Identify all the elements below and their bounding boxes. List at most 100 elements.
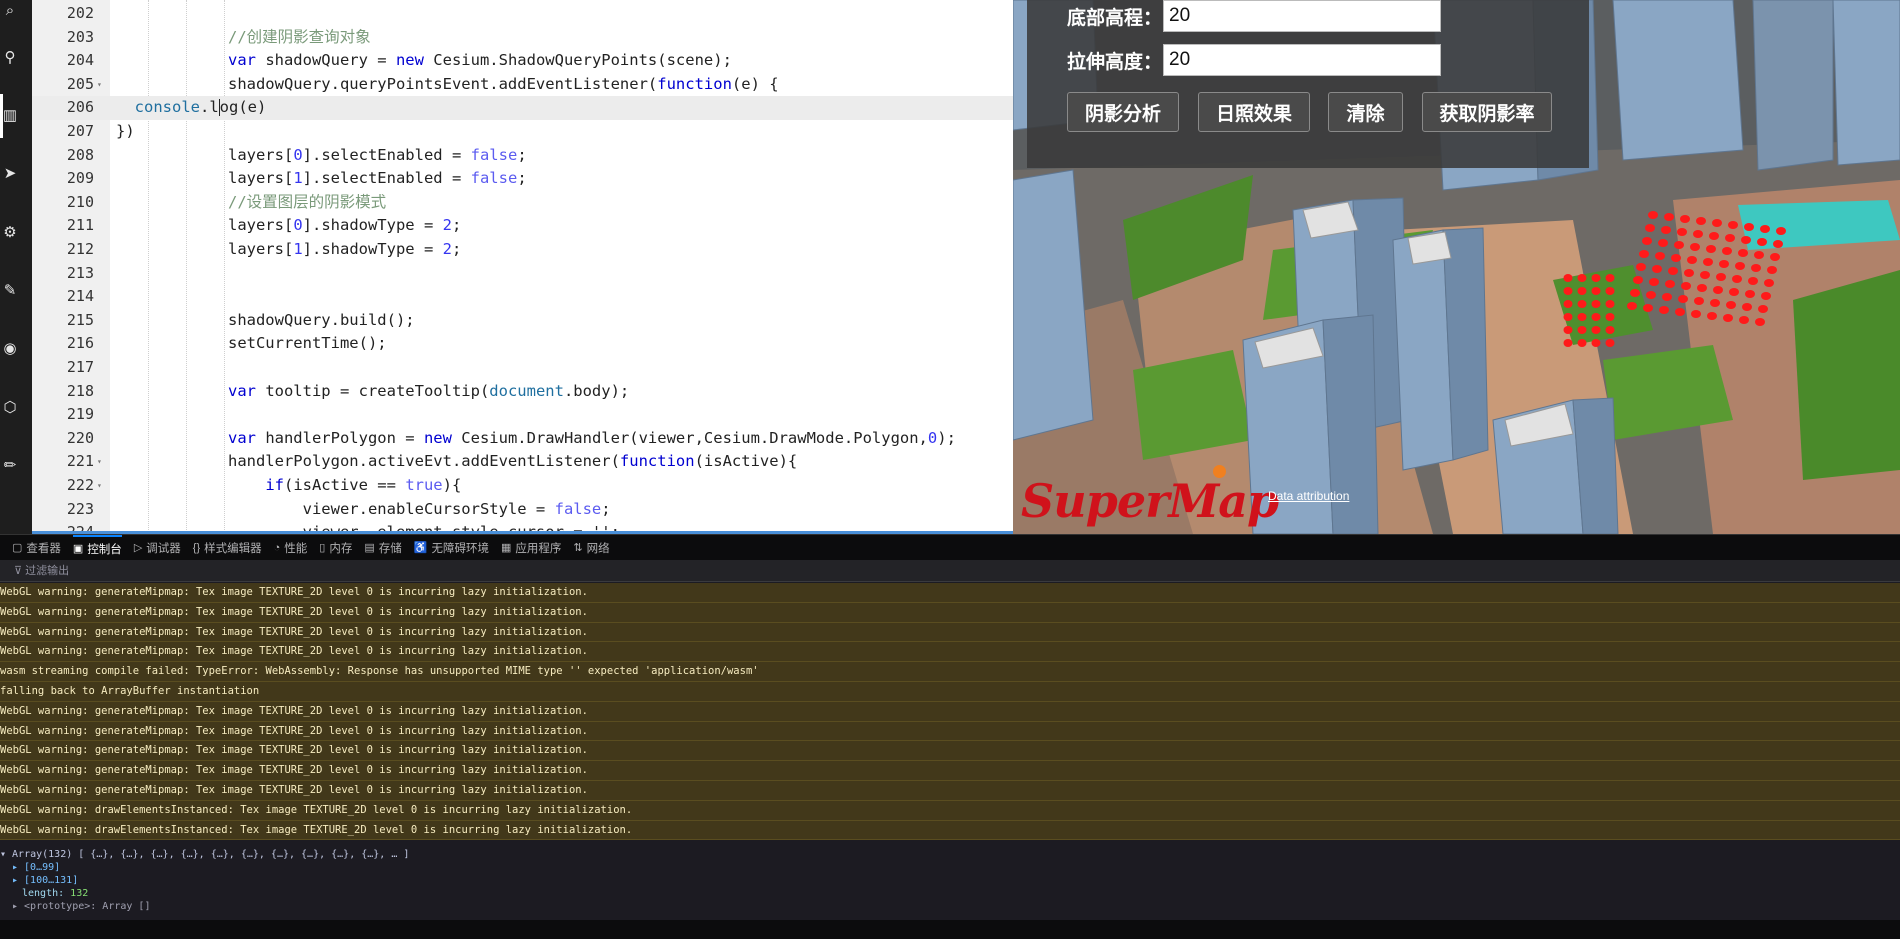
code-line[interactable]: 203 //创建阴影查询对象 <box>32 26 1013 50</box>
code-line[interactable]: 208 layers[0].selectEnabled = false; <box>32 144 1013 168</box>
shadow-query-point <box>1648 211 1658 219</box>
line-number: 223 <box>66 499 94 518</box>
shadow-query-point <box>1726 301 1736 309</box>
code-line[interactable]: 217 <box>32 356 1013 380</box>
logo-dot <box>1213 465 1226 478</box>
shadow-query-point <box>1605 339 1615 347</box>
line-number: 220 <box>66 428 94 447</box>
code-line[interactable]: 211 layers[0].shadowType = 2; <box>32 214 1013 238</box>
shadow-query-point <box>1739 316 1749 324</box>
console-warning-row[interactable]: WebGL warning: generateMipmap: Tex image… <box>0 721 1900 742</box>
code-line[interactable]: 207}) <box>32 120 1013 144</box>
tab-label: 内存 <box>329 542 353 555</box>
console-warning-row[interactable]: WebGL warning: generateMipmap: Tex image… <box>0 602 1900 623</box>
code-line[interactable]: 206 console.log(e) <box>32 96 1013 120</box>
tab-accessibility[interactable]: ♿ 无障碍环境 <box>414 535 489 561</box>
bottom-height-input[interactable] <box>1163 0 1441 32</box>
eye-icon[interactable]: ◉ <box>0 338 20 358</box>
shadow-query-point <box>1751 264 1761 272</box>
tab-console[interactable]: ▣ 控制台 <box>72 534 122 561</box>
send-icon[interactable]: ➤ <box>0 163 20 183</box>
edit-icon[interactable]: ✎ <box>0 280 20 300</box>
array-range-0-99[interactable]: ▸ [0…99] <box>12 861 60 874</box>
shadow-query-point <box>1605 274 1615 282</box>
tab-inspector[interactable]: ▢ 查看器 <box>12 535 61 561</box>
shadow-query-point <box>1645 224 1655 232</box>
shadow-query-point <box>1691 310 1701 318</box>
shadow-query-point <box>1697 284 1707 292</box>
console-warning-row[interactable]: WebGL warning: generateMipmap: Tex image… <box>0 583 1900 603</box>
code-line[interactable]: 221 ▾ handlerPolygon.activeEvt.addEventLi… <box>32 450 1013 474</box>
console-warning-row[interactable]: WebGL warning: generateMipmap: Tex image… <box>0 642 1900 663</box>
tab-debugger[interactable]: ▷ 调试器 <box>134 535 181 561</box>
tab-application[interactable]: ▦ 应用程序 <box>501 535 561 561</box>
code-text: layers[0].selectEnabled = false; <box>116 145 527 164</box>
code-text: viewer.enableCursorStyle = false; <box>116 499 611 518</box>
tab-memory[interactable]: ▯ 内存 <box>319 535 352 561</box>
code-line[interactable]: 202 <box>32 2 1013 26</box>
pin-icon[interactable]: ⚲ <box>0 47 20 67</box>
shadow-query-point <box>1636 263 1646 271</box>
search-icon[interactable]: ⌕ <box>0 0 20 20</box>
code-line[interactable]: 210 //设置图层的阴影模式 <box>32 191 1013 215</box>
code-line[interactable]: 212 layers[1].shadowType = 2; <box>32 238 1013 262</box>
console-warning-row[interactable]: WebGL warning: generateMipmap: Tex image… <box>0 701 1900 722</box>
array-output-head[interactable]: ▾ Array(132) [ {…}, {…}, {…}, {…}, {…}, … <box>0 848 409 861</box>
code-line[interactable]: 216 setCurrentTime(); <box>32 332 1013 356</box>
console-warning-row[interactable]: WebGL warning: drawElementsInstanced: Te… <box>0 800 1900 821</box>
pencil-icon[interactable]: ✏ <box>0 455 20 475</box>
shadow-query-point <box>1605 300 1615 308</box>
console-warning-row[interactable]: WebGL warning: generateMipmap: Tex image… <box>0 622 1900 643</box>
code-line[interactable]: 218 var tooltip = createTooltip(document… <box>32 380 1013 404</box>
get-shadow-ratio-button[interactable]: 获取阴影率 <box>1422 92 1552 132</box>
code-line[interactable]: 209 layers[1].selectEnabled = false; <box>32 167 1013 191</box>
shadow-query-point <box>1696 217 1706 225</box>
code-line[interactable]: 213 <box>32 262 1013 286</box>
shadow-query-point <box>1591 274 1601 282</box>
code-line[interactable]: 215 shadowQuery.build(); <box>32 309 1013 333</box>
console-filter[interactable]: ⊽ 过滤输出 <box>0 560 1900 582</box>
fold-toggle-icon[interactable]: ▾ <box>97 73 102 97</box>
sunlight-effect-button[interactable]: 日照效果 <box>1198 92 1310 132</box>
code-line[interactable]: 222 ▾ if(isActive == true){ <box>32 474 1013 498</box>
fold-toggle-icon[interactable]: ▾ <box>97 450 102 474</box>
console-warning-row[interactable]: WebGL warning: generateMipmap: Tex image… <box>0 741 1900 762</box>
shadow-query-point <box>1694 297 1704 305</box>
cube-icon[interactable]: ⬡ <box>0 397 20 417</box>
tab-storage[interactable]: ▤ 存储 <box>364 535 401 561</box>
code-line[interactable]: 219 <box>32 403 1013 427</box>
tab-performance[interactable]: ◔ 性能 <box>274 535 308 561</box>
fold-toggle-icon[interactable]: ▾ <box>97 474 102 498</box>
data-attribution-link[interactable]: Data attribution <box>1268 489 1349 503</box>
console-warning-row[interactable]: WebGL warning: drawElementsInstanced: Te… <box>0 820 1900 841</box>
map-viewer[interactable]: 底部高程： 拉伸高度： 阴影分析 日照效果 清除 获取阴影率 SuperMap … <box>1013 0 1900 534</box>
console-warning-row[interactable]: wasm streaming compile failed: TypeError… <box>0 662 1900 682</box>
tab-debugger-icon: ▷ <box>133 542 143 554</box>
console-warning-row[interactable]: WebGL warning: generateMipmap: Tex image… <box>0 781 1900 801</box>
tab-label: 查看器 <box>26 542 61 555</box>
code-line[interactable]: 214 <box>32 285 1013 309</box>
clear-button[interactable]: 清除 <box>1328 92 1403 132</box>
tab-network[interactable]: ⇅ 网络 <box>573 535 609 561</box>
code-line[interactable]: 204 var shadowQuery = new Cesium.ShadowQ… <box>32 49 1013 73</box>
map-icon[interactable]: ▥ <box>0 105 20 125</box>
shadow-query-point <box>1646 291 1656 299</box>
console-warning-row[interactable]: falling back to ArrayBuffer instantiatio… <box>0 682 1900 702</box>
array-prototype[interactable]: ▸ <prototype>: Array [] <box>12 900 150 913</box>
extrude-height-input[interactable] <box>1163 44 1441 76</box>
shadow-query-point <box>1680 215 1690 223</box>
bike-icon[interactable]: ⚙ <box>0 222 20 242</box>
line-number: 203 <box>66 27 94 46</box>
shadow-tool-panel: 底部高程： 拉伸高度： 阴影分析 日照效果 清除 获取阴影率 <box>1027 0 1589 168</box>
code-line[interactable]: 205 ▾ shadowQuery.queryPointsEvent.addEve… <box>32 73 1013 97</box>
code-line[interactable]: 223 viewer.enableCursorStyle = false; <box>32 498 1013 522</box>
tab-style-editor[interactable]: {} 样式编辑器 <box>193 535 262 561</box>
array-range-100-131[interactable]: ▸ [100…131] <box>12 874 78 887</box>
console-input-bar[interactable] <box>0 920 1900 939</box>
shadow-query-point <box>1725 234 1735 242</box>
shadow-query-point <box>1681 282 1691 290</box>
shadow-analysis-button[interactable]: 阴影分析 <box>1067 92 1179 132</box>
console-warning-row[interactable]: WebGL warning: generateMipmap: Tex image… <box>0 761 1900 781</box>
code-line[interactable]: 220 var handlerPolygon = new Cesium.Draw… <box>32 427 1013 451</box>
code-editor[interactable]: 202 203 //创建阴影查询对象 204 var shadowQuery = n… <box>32 0 1013 534</box>
